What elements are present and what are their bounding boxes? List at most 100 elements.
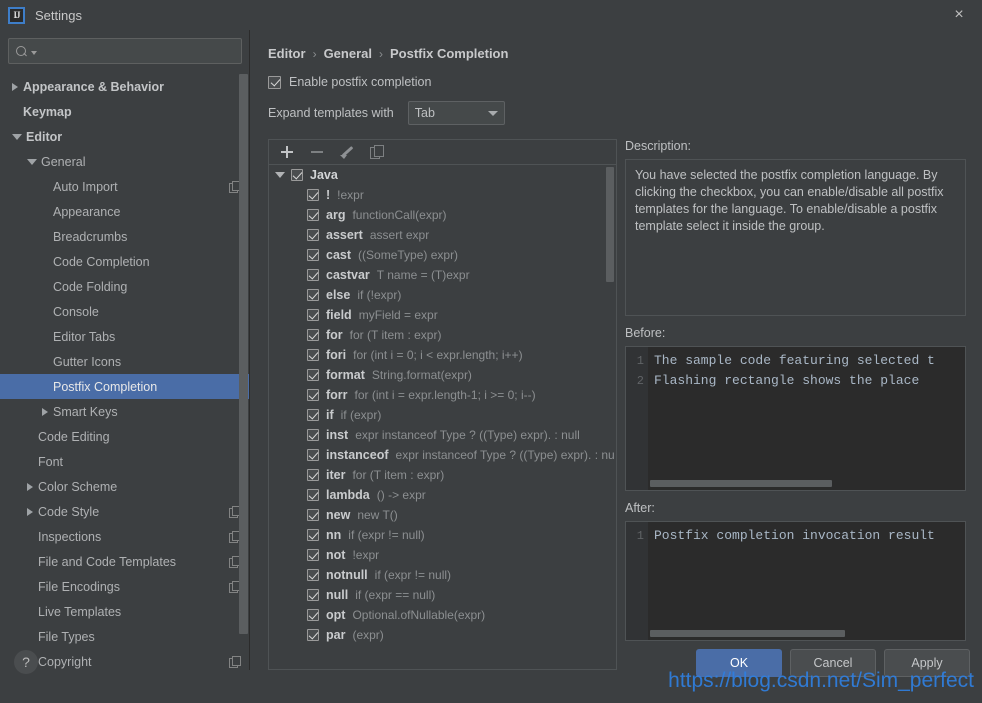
template-group-row[interactable]: Java bbox=[269, 165, 616, 185]
breadcrumb-item-1[interactable]: General bbox=[324, 46, 372, 61]
chevron-down-icon[interactable] bbox=[27, 159, 37, 165]
after-code-panel[interactable]: 1 Postfix completion invocation result bbox=[625, 521, 966, 641]
template-checkbox[interactable] bbox=[307, 549, 319, 561]
sidebar-item-code-folding[interactable]: Code Folding bbox=[0, 274, 250, 299]
minus-icon[interactable] bbox=[309, 144, 325, 160]
template-checkbox[interactable] bbox=[307, 189, 319, 201]
after-horizontal-scrollbar[interactable] bbox=[650, 630, 845, 637]
template-checkbox[interactable] bbox=[307, 429, 319, 441]
template-row[interactable]: formatString.format(expr) bbox=[269, 365, 616, 385]
template-row[interactable]: castvarT name = (T)expr bbox=[269, 265, 616, 285]
sidebar-item-appearance-behavior[interactable]: Appearance & Behavior bbox=[0, 74, 250, 99]
sidebar-item-font[interactable]: Font bbox=[0, 449, 250, 474]
enable-postfix-completion-row[interactable]: Enable postfix completion bbox=[268, 75, 966, 89]
chevron-right-icon[interactable] bbox=[27, 508, 33, 516]
template-checkbox[interactable] bbox=[307, 229, 319, 241]
sidebar-item-appearance[interactable]: Appearance bbox=[0, 199, 250, 224]
template-row[interactable]: !!expr bbox=[269, 185, 616, 205]
chevron-right-icon[interactable] bbox=[12, 83, 18, 91]
template-row[interactable]: elseif (!expr) bbox=[269, 285, 616, 305]
template-row[interactable]: iterfor (T item : expr) bbox=[269, 465, 616, 485]
template-row[interactable]: cast((SomeType) expr) bbox=[269, 245, 616, 265]
chevron-down-icon[interactable] bbox=[275, 172, 285, 178]
template-checkbox[interactable] bbox=[307, 509, 319, 521]
sidebar-item-general[interactable]: General bbox=[0, 149, 250, 174]
template-row[interactable]: instexpr instanceof Type ? ((Type) expr)… bbox=[269, 425, 616, 445]
template-list[interactable]: Java!!exprargfunctionCall(expr)assertass… bbox=[268, 164, 617, 670]
chevron-right-icon[interactable] bbox=[27, 483, 33, 491]
enable-postfix-completion-checkbox[interactable] bbox=[268, 76, 281, 89]
template-row[interactable]: optOptional.ofNullable(expr) bbox=[269, 605, 616, 625]
sidebar-item-color-scheme[interactable]: Color Scheme bbox=[0, 474, 250, 499]
close-icon[interactable]: × bbox=[936, 0, 982, 30]
template-checkbox[interactable] bbox=[307, 589, 319, 601]
sidebar-item-breadcrumbs[interactable]: Breadcrumbs bbox=[0, 224, 250, 249]
sidebar-item-file-and-code-templates[interactable]: File and Code Templates bbox=[0, 549, 250, 574]
sidebar-item-editor[interactable]: Editor bbox=[0, 124, 250, 149]
template-checkbox[interactable] bbox=[307, 309, 319, 321]
sidebar-item-code-style[interactable]: Code Style bbox=[0, 499, 250, 524]
search-box[interactable] bbox=[8, 38, 242, 64]
template-row[interactable]: assertassert expr bbox=[269, 225, 616, 245]
template-key: iter bbox=[326, 468, 345, 482]
template-checkbox[interactable] bbox=[307, 389, 319, 401]
sidebar-item-smart-keys[interactable]: Smart Keys bbox=[0, 399, 250, 424]
template-checkbox[interactable] bbox=[307, 349, 319, 361]
template-row[interactable]: not!expr bbox=[269, 545, 616, 565]
expand-templates-select[interactable]: Tab bbox=[408, 101, 505, 125]
template-row[interactable]: instanceofexpr instanceof Type ? ((Type)… bbox=[269, 445, 616, 465]
ok-button[interactable]: OK bbox=[696, 649, 782, 677]
before-code-panel[interactable]: 12 The sample code featuring selected t … bbox=[625, 346, 966, 491]
template-checkbox[interactable] bbox=[307, 409, 319, 421]
sidebar-item-editor-tabs[interactable]: Editor Tabs bbox=[0, 324, 250, 349]
cancel-button[interactable]: Cancel bbox=[790, 649, 876, 677]
apply-button[interactable]: Apply bbox=[884, 649, 970, 677]
template-list-scrollbar-thumb[interactable] bbox=[606, 167, 614, 282]
template-checkbox[interactable] bbox=[307, 209, 319, 221]
template-checkbox[interactable] bbox=[307, 449, 319, 461]
template-checkbox[interactable] bbox=[307, 529, 319, 541]
sidebar-item-auto-import[interactable]: Auto Import bbox=[0, 174, 250, 199]
sidebar-item-inspections[interactable]: Inspections bbox=[0, 524, 250, 549]
sidebar-item-code-completion[interactable]: Code Completion bbox=[0, 249, 250, 274]
template-checkbox[interactable] bbox=[307, 609, 319, 621]
template-row[interactable]: forfor (T item : expr) bbox=[269, 325, 616, 345]
sidebar-item-code-editing[interactable]: Code Editing bbox=[0, 424, 250, 449]
template-checkbox[interactable] bbox=[307, 489, 319, 501]
template-row[interactable]: nullif (expr == null) bbox=[269, 585, 616, 605]
template-checkbox[interactable] bbox=[307, 469, 319, 481]
template-row[interactable]: argfunctionCall(expr) bbox=[269, 205, 616, 225]
chevron-down-icon[interactable] bbox=[12, 134, 22, 140]
template-row[interactable]: nnif (expr != null) bbox=[269, 525, 616, 545]
template-row[interactable]: newnew T() bbox=[269, 505, 616, 525]
breadcrumb-item-2[interactable]: Postfix Completion bbox=[390, 46, 508, 61]
sidebar-item-gutter-icons[interactable]: Gutter Icons bbox=[0, 349, 250, 374]
breadcrumb-item-0[interactable]: Editor bbox=[268, 46, 306, 61]
template-checkbox[interactable] bbox=[307, 329, 319, 341]
template-checkbox[interactable] bbox=[307, 289, 319, 301]
plus-icon[interactable] bbox=[279, 144, 295, 160]
template-row[interactable]: notnullif (expr != null) bbox=[269, 565, 616, 585]
template-row[interactable]: ifif (expr) bbox=[269, 405, 616, 425]
template-checkbox[interactable] bbox=[307, 569, 319, 581]
template-checkbox[interactable] bbox=[307, 369, 319, 381]
before-horizontal-scrollbar[interactable] bbox=[650, 480, 832, 487]
template-row[interactable]: forrfor (int i = expr.length-1; i >= 0; … bbox=[269, 385, 616, 405]
sidebar-item-file-encodings[interactable]: File Encodings bbox=[0, 574, 250, 599]
help-button[interactable]: ? bbox=[14, 650, 38, 674]
sidebar-item-live-templates[interactable]: Live Templates bbox=[0, 599, 250, 624]
template-row[interactable]: forifor (int i = 0; i < expr.length; i++… bbox=[269, 345, 616, 365]
template-row[interactable]: lambda() -> expr bbox=[269, 485, 616, 505]
sidebar-item-keymap[interactable]: Keymap bbox=[0, 99, 250, 124]
sidebar-scrollbar-thumb[interactable] bbox=[239, 74, 248, 634]
sidebar-item-postfix-completion[interactable]: Postfix Completion bbox=[0, 374, 250, 399]
copy-icon[interactable] bbox=[369, 144, 385, 160]
template-checkbox[interactable] bbox=[291, 169, 303, 181]
template-checkbox[interactable] bbox=[307, 249, 319, 261]
chevron-right-icon[interactable] bbox=[42, 408, 48, 416]
search-input[interactable] bbox=[37, 44, 235, 58]
template-checkbox[interactable] bbox=[307, 269, 319, 281]
pencil-icon[interactable] bbox=[339, 144, 355, 160]
sidebar-item-console[interactable]: Console bbox=[0, 299, 250, 324]
template-row[interactable]: fieldmyField = expr bbox=[269, 305, 616, 325]
